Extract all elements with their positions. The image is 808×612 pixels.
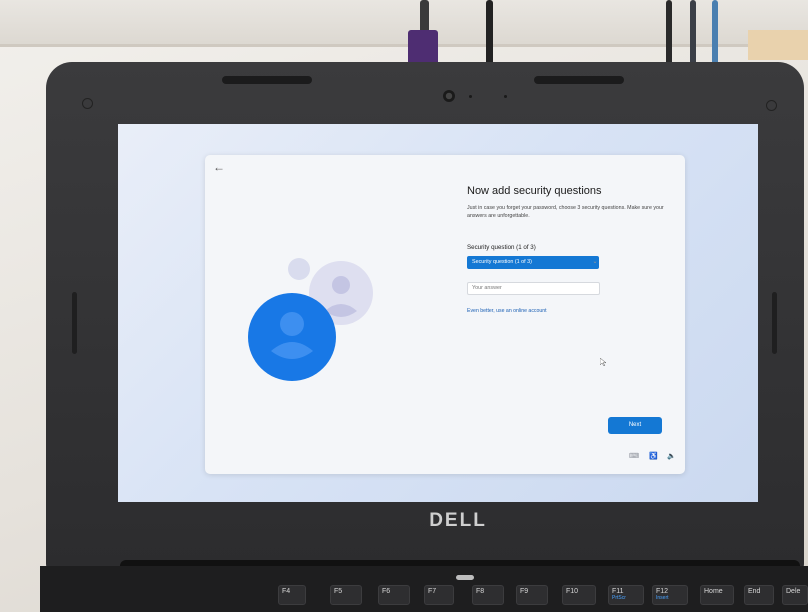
bezel-slot <box>72 292 77 354</box>
camera-light <box>504 95 507 98</box>
key-delete[interactable]: Dele <box>782 585 808 605</box>
security-people-illustration <box>248 258 373 381</box>
volume-icon[interactable]: 🔈 <box>667 452 676 460</box>
key-f12[interactable]: F12 Insert <box>652 585 688 605</box>
page-title: Now add security questions <box>467 185 602 197</box>
camera-light <box>469 95 472 98</box>
key-f6[interactable]: F6 <box>378 585 410 605</box>
mouse-cursor-icon <box>600 358 606 366</box>
bezel-tab <box>534 76 624 84</box>
accessibility-icon[interactable]: ♿ <box>649 452 658 460</box>
key-f9[interactable]: F9 <box>516 585 548 605</box>
key-f10[interactable]: F10 <box>562 585 596 605</box>
key-home[interactable]: Home <box>700 585 734 605</box>
oobe-card: ← Now add security questions Just in cas… <box>205 155 685 474</box>
key-f7[interactable]: F7 <box>424 585 454 605</box>
security-question-label: Security question (1 of 3) <box>467 244 536 251</box>
key-end[interactable]: End <box>744 585 774 605</box>
key-f5[interactable]: F5 <box>330 585 362 605</box>
key-f4[interactable]: F4 <box>278 585 306 605</box>
back-arrow-icon[interactable]: ← <box>213 160 227 174</box>
online-account-link[interactable]: Even better, use an online account <box>467 308 547 314</box>
brand-logo: DELL <box>429 510 487 531</box>
next-button[interactable]: Next <box>608 417 662 434</box>
key-f8[interactable]: F8 <box>472 585 504 605</box>
power-indicator <box>456 575 474 580</box>
bezel-screw <box>82 98 93 109</box>
shelf <box>0 0 808 46</box>
page-description: Just in case you forget your password, c… <box>467 205 664 219</box>
keyboard-icon[interactable]: ⌨ <box>629 452 639 460</box>
bezel-screw <box>766 100 777 111</box>
webcam <box>443 90 455 102</box>
screen: ← Now add security questions Just in cas… <box>118 124 758 502</box>
security-question-select[interactable]: Security question (1 of 3) <box>467 256 599 269</box>
chevron-down-icon[interactable]: ⌄ <box>590 256 600 269</box>
key-f11[interactable]: F11 PrtScr <box>608 585 644 605</box>
bezel-tab <box>222 76 312 84</box>
cable <box>486 0 493 70</box>
laptop-lid: DELL ← Now add security questions Just i… <box>46 62 804 574</box>
answer-input[interactable]: Your answer <box>467 282 600 295</box>
wood-shelf <box>748 30 808 60</box>
shelf-edge <box>0 44 808 47</box>
bezel-slot <box>772 292 777 354</box>
